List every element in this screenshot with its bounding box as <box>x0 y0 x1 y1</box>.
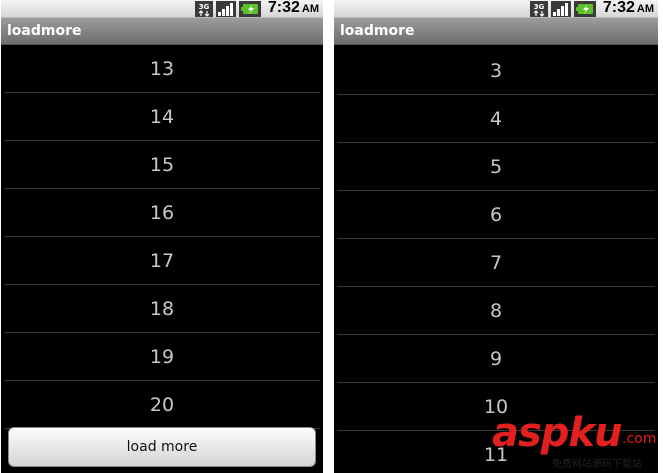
network-3g-icon: 3G <box>194 0 213 17</box>
list-item[interactable]: 17 <box>4 237 320 285</box>
status-bar: 3G 7:32 AM <box>334 0 658 18</box>
app-title: loadmore <box>340 23 415 39</box>
list-item[interactable]: 16 <box>4 189 320 237</box>
list-item[interactable]: 8 <box>337 287 655 335</box>
signal-bars-icon <box>550 0 571 17</box>
list-item[interactable]: 15 <box>4 141 320 189</box>
list-item[interactable]: 6 <box>337 191 655 239</box>
app-title: loadmore <box>7 23 82 39</box>
list-item[interactable]: 3 <box>337 47 655 95</box>
status-clock: 7:32 AM <box>267 0 319 16</box>
load-more-button[interactable]: load more <box>8 427 316 467</box>
status-bar: 3G 7:32 AM <box>1 0 323 18</box>
network-3g-icon: 3G <box>529 0 548 17</box>
battery-charging-icon <box>573 0 596 17</box>
watermark-subtitle: 免费网站源码下载站 <box>552 459 642 470</box>
svg-text:3G: 3G <box>199 3 210 11</box>
left-screen: 3G 7:32 AM loadmore 13 14 15 16 17 18 19… <box>1 0 323 473</box>
watermark-logo: aspku .com 免费网站源码下载站 <box>488 410 660 472</box>
title-bar: loadmore <box>1 18 323 45</box>
list-item[interactable]: 5 <box>337 143 655 191</box>
list-item[interactable]: 9 <box>337 335 655 383</box>
list-item[interactable]: 20 <box>4 381 320 429</box>
list-item[interactable]: 7 <box>337 239 655 287</box>
list-item[interactable]: 14 <box>4 93 320 141</box>
right-screen: 3G 7:32 AM loadmore 3 4 5 6 7 8 9 10 11 <box>334 0 658 473</box>
list-item[interactable]: 18 <box>4 285 320 333</box>
list-item[interactable]: 4 <box>337 95 655 143</box>
list-item[interactable]: 19 <box>4 333 320 381</box>
list-item[interactable]: 13 <box>4 45 320 93</box>
svg-text:3G: 3G <box>534 3 545 11</box>
title-bar: loadmore <box>334 18 658 45</box>
watermark-main: aspku <box>492 410 623 456</box>
item-list[interactable]: 13 14 15 16 17 18 19 20 <box>4 45 320 429</box>
battery-charging-icon <box>238 0 261 17</box>
signal-bars-icon <box>215 0 236 17</box>
status-clock: 7:32 AM <box>602 0 654 16</box>
watermark-suffix: .com <box>622 431 657 447</box>
